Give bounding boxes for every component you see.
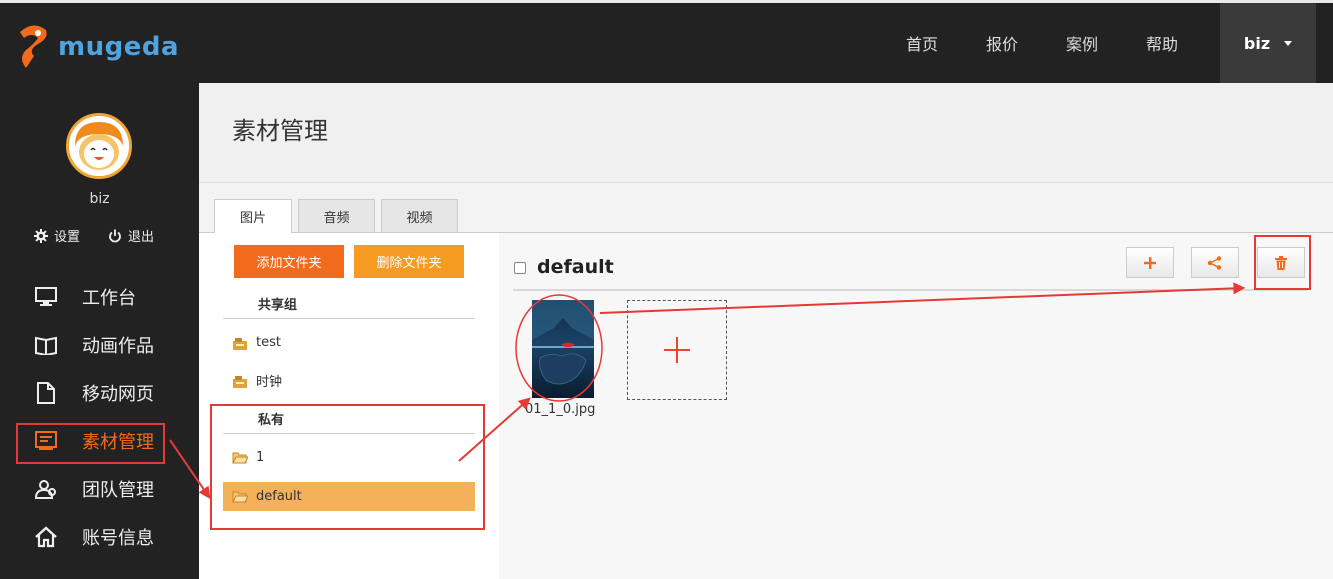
folder-label: 时钟	[256, 375, 283, 390]
folder-item-1[interactable]: 1	[223, 443, 475, 472]
brand-name: mugeda	[58, 32, 180, 62]
folder-item-default[interactable]: default	[223, 482, 475, 511]
folder-open-icon	[232, 491, 248, 502]
folder-title: default	[537, 256, 614, 278]
sidebar-item-label: 工作台	[82, 288, 136, 309]
share-icon	[1207, 255, 1222, 270]
folder-open-icon	[232, 452, 248, 463]
annotation-highlight-menu	[16, 423, 165, 464]
sidebar-item-label: 团队管理	[82, 480, 154, 501]
monitor-icon	[34, 285, 58, 309]
select-all-checkbox[interactable]	[514, 262, 526, 274]
plus-icon	[664, 337, 690, 363]
sidebar-item-animations[interactable]: 动画作品	[0, 321, 199, 369]
tab-images[interactable]: 图片	[214, 199, 292, 234]
tab-audio[interactable]: 音频	[298, 199, 375, 233]
shared-group-header: 共享组	[223, 289, 475, 319]
sidebar-item-account[interactable]: 账号信息	[0, 513, 199, 561]
nav-help[interactable]: 帮助	[1122, 31, 1202, 55]
sidebar-username: biz	[89, 191, 110, 207]
content-divider	[513, 289, 1307, 291]
folder-label: 1	[256, 450, 265, 465]
folder-item-clock[interactable]: 时钟	[223, 366, 475, 395]
team-icon	[34, 477, 58, 501]
image-preview	[532, 300, 594, 385]
top-nav: 首页 报价 案例 帮助 biz	[882, 3, 1333, 83]
tab-video[interactable]: 视频	[381, 199, 458, 233]
nav-cases[interactable]: 案例	[1042, 31, 1122, 55]
logout-link[interactable]: 退出	[108, 226, 154, 245]
asset-filename: 01_1_0.jpg	[525, 402, 596, 417]
avatar-face-icon	[69, 116, 129, 176]
plus-icon	[1144, 256, 1156, 269]
folder-label: default	[256, 489, 302, 504]
share-asset-button[interactable]	[1191, 247, 1239, 278]
sidebar-item-team[interactable]: 团队管理	[0, 465, 199, 513]
add-asset-button[interactable]	[1126, 247, 1174, 278]
sidebar-menu: 工作台 动画作品 移动网页 素材管理 团队管理 账号信息	[0, 273, 199, 561]
shared-folder-icon	[233, 337, 247, 350]
media-tabs: 图片 音频 视频	[214, 199, 458, 234]
page-icon	[34, 381, 58, 405]
trash-icon	[1275, 255, 1287, 270]
home-icon	[34, 525, 58, 549]
user-menu[interactable]: biz	[1220, 3, 1316, 83]
page-title: 素材管理	[232, 117, 328, 145]
settings-link[interactable]: 设置	[34, 226, 80, 245]
sidebar-item-label: 动画作品	[82, 336, 154, 357]
shared-folder-icon	[233, 375, 247, 388]
asset-content: default 01_1_0.jpg	[499, 233, 1333, 579]
delete-asset-button[interactable]	[1257, 247, 1305, 278]
brand-logo[interactable]: mugeda	[16, 21, 179, 73]
page-header: 素材管理	[199, 83, 1333, 183]
sidebar: biz 设置 退出 工作台 动画作品 移动网页 素材管理 团队管理 账号信息	[0, 83, 199, 579]
avatar[interactable]	[66, 113, 132, 179]
book-icon	[34, 333, 58, 357]
mugeda-logo-icon	[20, 25, 47, 68]
settings-label: 设置	[54, 230, 81, 245]
user-menu-label: biz	[1243, 33, 1271, 53]
sidebar-item-mobile-pages[interactable]: 移动网页	[0, 369, 199, 417]
sidebar-item-workbench[interactable]: 工作台	[0, 273, 199, 321]
sidebar-item-label: 移动网页	[82, 384, 154, 405]
add-folder-button[interactable]: 添加文件夹	[234, 245, 344, 278]
chevron-down-icon	[1284, 40, 1293, 46]
sidebar-item-label: 账号信息	[82, 528, 154, 549]
private-group-header: 私有	[223, 404, 475, 434]
asset-thumbnail[interactable]	[532, 300, 594, 398]
nav-home[interactable]: 首页	[882, 31, 962, 55]
logout-label: 退出	[128, 230, 155, 245]
folder-panel: 添加文件夹 删除文件夹 共享组 test 时钟 私有 1 default	[199, 233, 499, 579]
folder-item-test[interactable]: test	[223, 328, 475, 357]
gear-icon	[34, 228, 48, 243]
power-icon	[109, 229, 121, 242]
nav-pricing[interactable]: 报价	[962, 31, 1042, 55]
account-links: 设置 退出	[34, 226, 154, 245]
add-asset-tile[interactable]	[627, 300, 727, 400]
top-bar: mugeda 首页 报价 案例 帮助 biz	[0, 0, 1333, 83]
delete-folder-button[interactable]: 删除文件夹	[354, 245, 464, 278]
folder-label: test	[256, 335, 281, 350]
